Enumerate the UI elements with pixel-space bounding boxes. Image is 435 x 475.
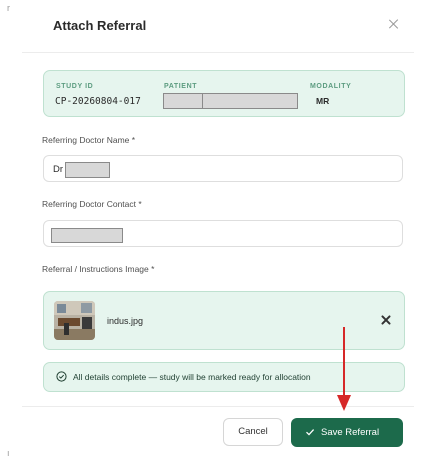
stray-mark: ı — [7, 448, 10, 458]
doctor-name-input[interactable]: Dr — [43, 155, 403, 182]
save-referral-label: Save Referral — [321, 427, 380, 438]
study-id-value: CP-20260804-017 — [55, 96, 141, 107]
attach-referral-modal: Attach Referral STUDY ID CP-20260804-017… — [22, 0, 414, 475]
stray-mark: r — [7, 3, 10, 13]
file-name: indus.jpg — [107, 316, 144, 326]
modal-header: Attach Referral — [22, 0, 414, 53]
cancel-button[interactable]: Cancel — [223, 418, 283, 446]
save-referral-button[interactable]: Save Referral — [291, 418, 403, 447]
check-icon — [306, 429, 315, 436]
doctor-name-value: Dr — [53, 164, 64, 175]
doctor-name-label: Referring Doctor Name * — [42, 135, 136, 145]
modality-value: MR — [316, 96, 330, 106]
study-id-label: STUDY ID — [56, 83, 94, 90]
doctor-contact-redaction — [51, 228, 123, 243]
doctor-contact-label: Referring Doctor Contact * — [42, 199, 142, 209]
modality-label: MODALITY — [310, 83, 352, 90]
check-circle-icon — [56, 371, 67, 382]
study-info-panel: STUDY ID CP-20260804-017 PATIENT MODALIT… — [43, 70, 405, 117]
status-message: All details complete — study will be mar… — [73, 372, 311, 382]
referral-image-label: Referral / Instructions Image * — [42, 264, 155, 274]
remove-file-icon[interactable] — [380, 314, 392, 326]
footer-divider — [22, 406, 414, 407]
doctor-name-redaction — [65, 162, 110, 178]
doctor-contact-input[interactable] — [43, 220, 403, 247]
file-thumbnail — [54, 301, 95, 340]
modal-title: Attach Referral — [53, 18, 147, 33]
annotation-arrow — [337, 327, 351, 411]
close-icon[interactable] — [386, 17, 402, 33]
patient-redaction — [163, 93, 298, 109]
patient-label: PATIENT — [164, 83, 198, 90]
